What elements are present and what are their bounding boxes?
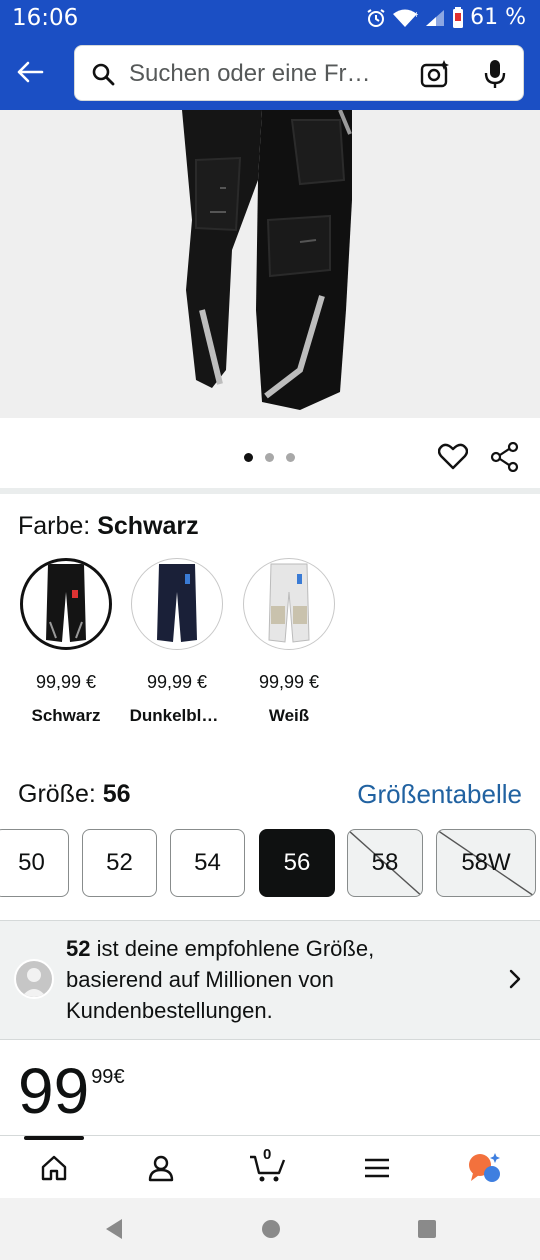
- size-option-50[interactable]: 50: [0, 829, 69, 897]
- product-image[interactable]: [0, 110, 540, 418]
- size-option-56[interactable]: 56: [259, 829, 335, 897]
- status-time: 16:06: [12, 5, 79, 31]
- size-option-58[interactable]: 58: [347, 829, 423, 897]
- carousel-dot[interactable]: [286, 453, 295, 462]
- carousel-dots[interactable]: [244, 453, 295, 462]
- chevron-right-icon: [509, 969, 521, 989]
- assistant-icon: [469, 1153, 500, 1182]
- size-option-58w[interactable]: 58W: [436, 829, 536, 897]
- price-whole: 99: [18, 1055, 90, 1127]
- price-currency: €: [113, 1066, 125, 1088]
- color-swatch-schwarz[interactable]: [20, 558, 112, 650]
- size-heading: Größe: 56: [18, 780, 131, 809]
- color-label: Farbe:: [18, 512, 91, 540]
- share-icon[interactable]: [490, 442, 520, 472]
- gallery-controls: [0, 418, 540, 488]
- search-icon: [92, 63, 115, 86]
- arrow-left-icon: [17, 61, 44, 83]
- avatar: [14, 959, 54, 999]
- product-photo: [182, 110, 352, 410]
- search-input[interactable]: [129, 46, 419, 102]
- section-divider: [0, 488, 540, 494]
- alarm-icon: [367, 8, 385, 27]
- microphone-icon[interactable]: [483, 58, 507, 90]
- price-fraction: 99: [91, 1066, 114, 1088]
- search-bar[interactable]: [74, 45, 524, 102]
- carousel-dot[interactable]: [244, 453, 253, 462]
- app-header: 16:06 + 61 %: [0, 0, 540, 110]
- bottom-navigation: 0: [0, 1135, 540, 1198]
- recommended-size: 52: [66, 936, 91, 961]
- swatch-image: [157, 564, 197, 642]
- size-chart-link[interactable]: Größentabelle: [357, 779, 522, 810]
- selected-color: Schwarz: [97, 512, 199, 540]
- system-back-icon[interactable]: [104, 1218, 124, 1240]
- system-home-icon[interactable]: [260, 1218, 282, 1240]
- swatch-image: [268, 563, 310, 643]
- product-page: 16:06 + 61 % Suchen oder eine Fr… Farbe:…: [0, 0, 540, 1260]
- swatch-name: Dunkelbl…: [129, 706, 219, 725]
- swatch-image: [46, 564, 86, 642]
- battery-icon: [453, 6, 464, 28]
- recommendation-text: 52 ist deine empfohlene Größe, basierend…: [66, 936, 375, 1023]
- system-recents-icon[interactable]: [416, 1218, 438, 1240]
- nav-menu[interactable]: [357, 1150, 397, 1186]
- size-label: Größe:: [18, 780, 96, 808]
- color-swatch-weiss[interactable]: [243, 558, 335, 650]
- heart-icon[interactable]: [438, 442, 468, 470]
- menu-icon: [365, 1158, 389, 1178]
- battery-percent: 61 %: [470, 5, 526, 30]
- active-tab-indicator: [24, 1136, 84, 1140]
- carousel-dot[interactable]: [265, 453, 274, 462]
- back-button[interactable]: [12, 54, 48, 90]
- color-heading: Farbe: Schwarz: [18, 512, 199, 541]
- home-icon: [41, 1155, 67, 1181]
- nav-home[interactable]: [34, 1150, 74, 1186]
- person-icon: [21, 968, 47, 997]
- size-option-52[interactable]: 52: [82, 829, 157, 897]
- swatch-price: 99,99 €: [146, 672, 208, 692]
- system-navigation: [0, 1198, 540, 1260]
- size-option-54[interactable]: 54: [170, 829, 245, 897]
- swatch-price: 99,99 €: [258, 672, 320, 692]
- wifi-icon: +: [393, 9, 418, 27]
- camera-lens-icon[interactable]: [420, 59, 450, 89]
- nav-cart[interactable]: 0: [248, 1146, 288, 1186]
- status-icons: + 61 %: [366, 5, 526, 30]
- size-recommendation[interactable]: 52 ist deine empfohlene Größe, basierend…: [0, 920, 540, 1040]
- nav-account[interactable]: [141, 1150, 181, 1186]
- cart-count: 0: [263, 1146, 272, 1163]
- swatch-name: Weiß: [268, 706, 310, 725]
- svg-text:+: +: [413, 10, 418, 19]
- signal-icon: [426, 9, 445, 26]
- nav-assistant[interactable]: [465, 1150, 505, 1186]
- selected-size: 56: [102, 780, 131, 808]
- account-icon: [148, 1155, 174, 1182]
- price: 99 99 €: [18, 1058, 125, 1124]
- color-swatch-dunkelblau[interactable]: [131, 558, 223, 650]
